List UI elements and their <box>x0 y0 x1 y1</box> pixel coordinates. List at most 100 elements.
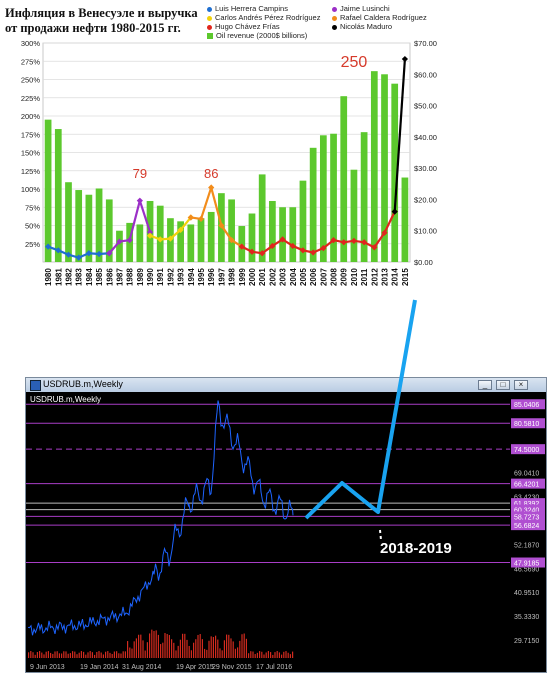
x-tick-label: 17 Jul 2016 <box>256 664 292 671</box>
x-tick-label: 2009 <box>340 268 349 286</box>
window-titlebar[interactable]: USDRUB.m,Weekly _ □ × <box>26 378 546 393</box>
volume-bar <box>289 654 291 658</box>
oil-revenue-bar <box>116 230 123 262</box>
oil-revenue-bar <box>279 207 286 262</box>
y-tick-label-left: 175% <box>21 130 41 139</box>
volume-bar <box>168 635 170 658</box>
inflation-oil-chart: 25% 50% 75% 100% 125% 150% 175% 200% 225% 250% 275… <box>21 39 437 286</box>
volume-bar <box>52 653 54 658</box>
x-tick-label: 1991 <box>156 268 165 286</box>
y-tick-label: 35.3330 <box>514 614 539 621</box>
x-tick-label: 2006 <box>309 268 318 286</box>
close-button[interactable]: × <box>514 380 528 390</box>
volume-bar <box>245 638 247 658</box>
volume-bar <box>113 651 115 658</box>
x-tick-label: 1992 <box>166 268 175 286</box>
volume-bar <box>111 653 113 658</box>
volume-bar <box>43 654 45 658</box>
x-tick-label: 1996 <box>207 268 216 286</box>
volume-bar <box>239 640 241 658</box>
volume-bar <box>223 640 225 658</box>
volume-bar <box>252 651 254 658</box>
volume-bar <box>109 652 111 658</box>
volume-bar <box>34 654 36 658</box>
x-tick-label: 29 Nov 2015 <box>212 664 252 671</box>
volume-bar <box>120 653 122 658</box>
volume-bar <box>89 651 91 658</box>
volume-bar <box>54 651 56 658</box>
volume-bar <box>243 633 245 658</box>
annotation-label: 79 <box>133 166 147 181</box>
y-tick-label-left: 25% <box>25 240 40 249</box>
oil-revenue-bar <box>65 182 72 262</box>
volume-bar <box>133 641 135 658</box>
volume-bar <box>96 652 98 658</box>
chart-background <box>26 392 546 672</box>
chart-window[interactable]: USDRUB.m,Weekly _ □ × USDRUB.m,Weekly 29.… <box>25 377 547 673</box>
x-tick-label: 2002 <box>268 268 277 286</box>
volume-bar <box>160 644 162 658</box>
volume-bar <box>254 654 256 658</box>
volume-bar <box>153 630 155 658</box>
x-tick-label: 2008 <box>330 268 339 286</box>
oil-revenue-bar <box>136 224 144 262</box>
volume-bar <box>69 653 71 658</box>
y-tick-label-right: $30.00 <box>414 164 437 173</box>
x-tick-label: 1990 <box>146 268 155 286</box>
x-tick-label: 2000 <box>248 268 257 286</box>
x-tick-label: 1983 <box>75 268 84 286</box>
oil-revenue-bar <box>401 177 409 262</box>
chart-symbol-label: USDRUB.m,Weekly <box>30 395 101 404</box>
volume-bar <box>281 654 283 658</box>
volume-bar <box>237 647 239 658</box>
x-tick-label: 2013 <box>381 268 390 286</box>
maximize-button[interactable]: □ <box>496 380 510 390</box>
volume-bar <box>228 634 230 658</box>
volume-bar <box>177 645 179 658</box>
x-tick-label: 2010 <box>350 268 359 286</box>
price-tag-label: 85.0406 <box>514 402 539 409</box>
volume-bar <box>164 632 166 658</box>
y-tick-label-left: 225% <box>21 94 41 103</box>
volume-bar <box>45 651 47 658</box>
volume-bar <box>36 651 38 658</box>
volume-bar <box>149 633 151 658</box>
y-tick-label-left: 125% <box>21 167 41 176</box>
volume-bar <box>256 652 258 658</box>
x-tick-label: 1989 <box>136 268 145 286</box>
volume-bar <box>195 639 197 658</box>
volume-bar <box>80 651 82 658</box>
volume-bar <box>263 654 265 658</box>
volume-bar <box>201 639 203 658</box>
volume-bar <box>100 652 102 658</box>
volume-bar <box>91 652 93 658</box>
oil-revenue-bar <box>156 205 164 262</box>
oil-revenue-bar <box>75 190 83 262</box>
x-tick-label: 1998 <box>228 268 237 286</box>
volume-bar <box>83 651 85 658</box>
x-tick-label: 2007 <box>319 268 328 286</box>
volume-bar <box>118 653 120 658</box>
oil-revenue-bar <box>269 200 276 262</box>
volume-bar <box>107 651 109 658</box>
volume-bar <box>131 648 133 658</box>
volume-bar <box>226 634 228 658</box>
volume-bar <box>129 647 131 658</box>
oil-revenue-bar <box>340 96 348 262</box>
y-tick-label-right: $60.00 <box>414 70 437 79</box>
volume-bar <box>41 652 43 658</box>
volume-bar <box>261 651 263 658</box>
volume-bar <box>241 634 243 658</box>
y-tick-label-right: $20.00 <box>414 195 437 204</box>
x-tick-label: 1986 <box>105 268 114 286</box>
minimize-button[interactable]: _ <box>478 380 492 390</box>
usdrub-chart[interactable]: USDRUB.m,Weekly29.715035.333040.951046.5… <box>26 392 546 672</box>
x-tick-label: 2003 <box>279 268 288 286</box>
volume-bar <box>58 653 60 658</box>
x-tick-label: 2014 <box>391 268 400 286</box>
x-tick-label: 1988 <box>126 268 135 286</box>
volume-bar <box>248 653 250 658</box>
x-tick-label: 19 Apr 2015 <box>176 664 214 671</box>
oil-revenue-bar <box>350 169 358 262</box>
volume-bar <box>142 640 144 658</box>
